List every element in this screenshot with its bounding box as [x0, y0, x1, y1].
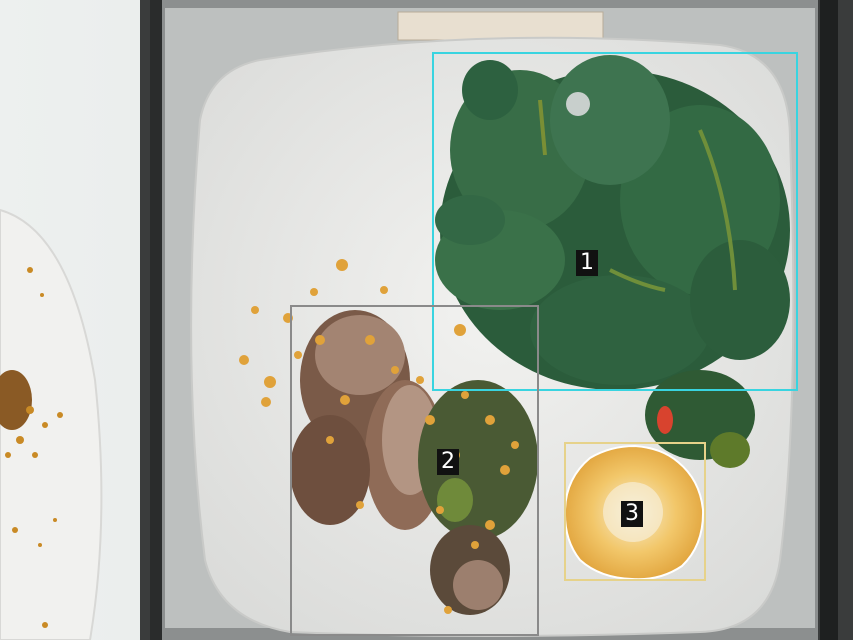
annotation-box-2: [290, 305, 539, 636]
tray-clip: [397, 11, 604, 41]
annotation-label-3: 3: [621, 501, 643, 527]
annotation-label-1: 1: [576, 250, 598, 276]
annotation-label-2: 2: [437, 449, 459, 475]
